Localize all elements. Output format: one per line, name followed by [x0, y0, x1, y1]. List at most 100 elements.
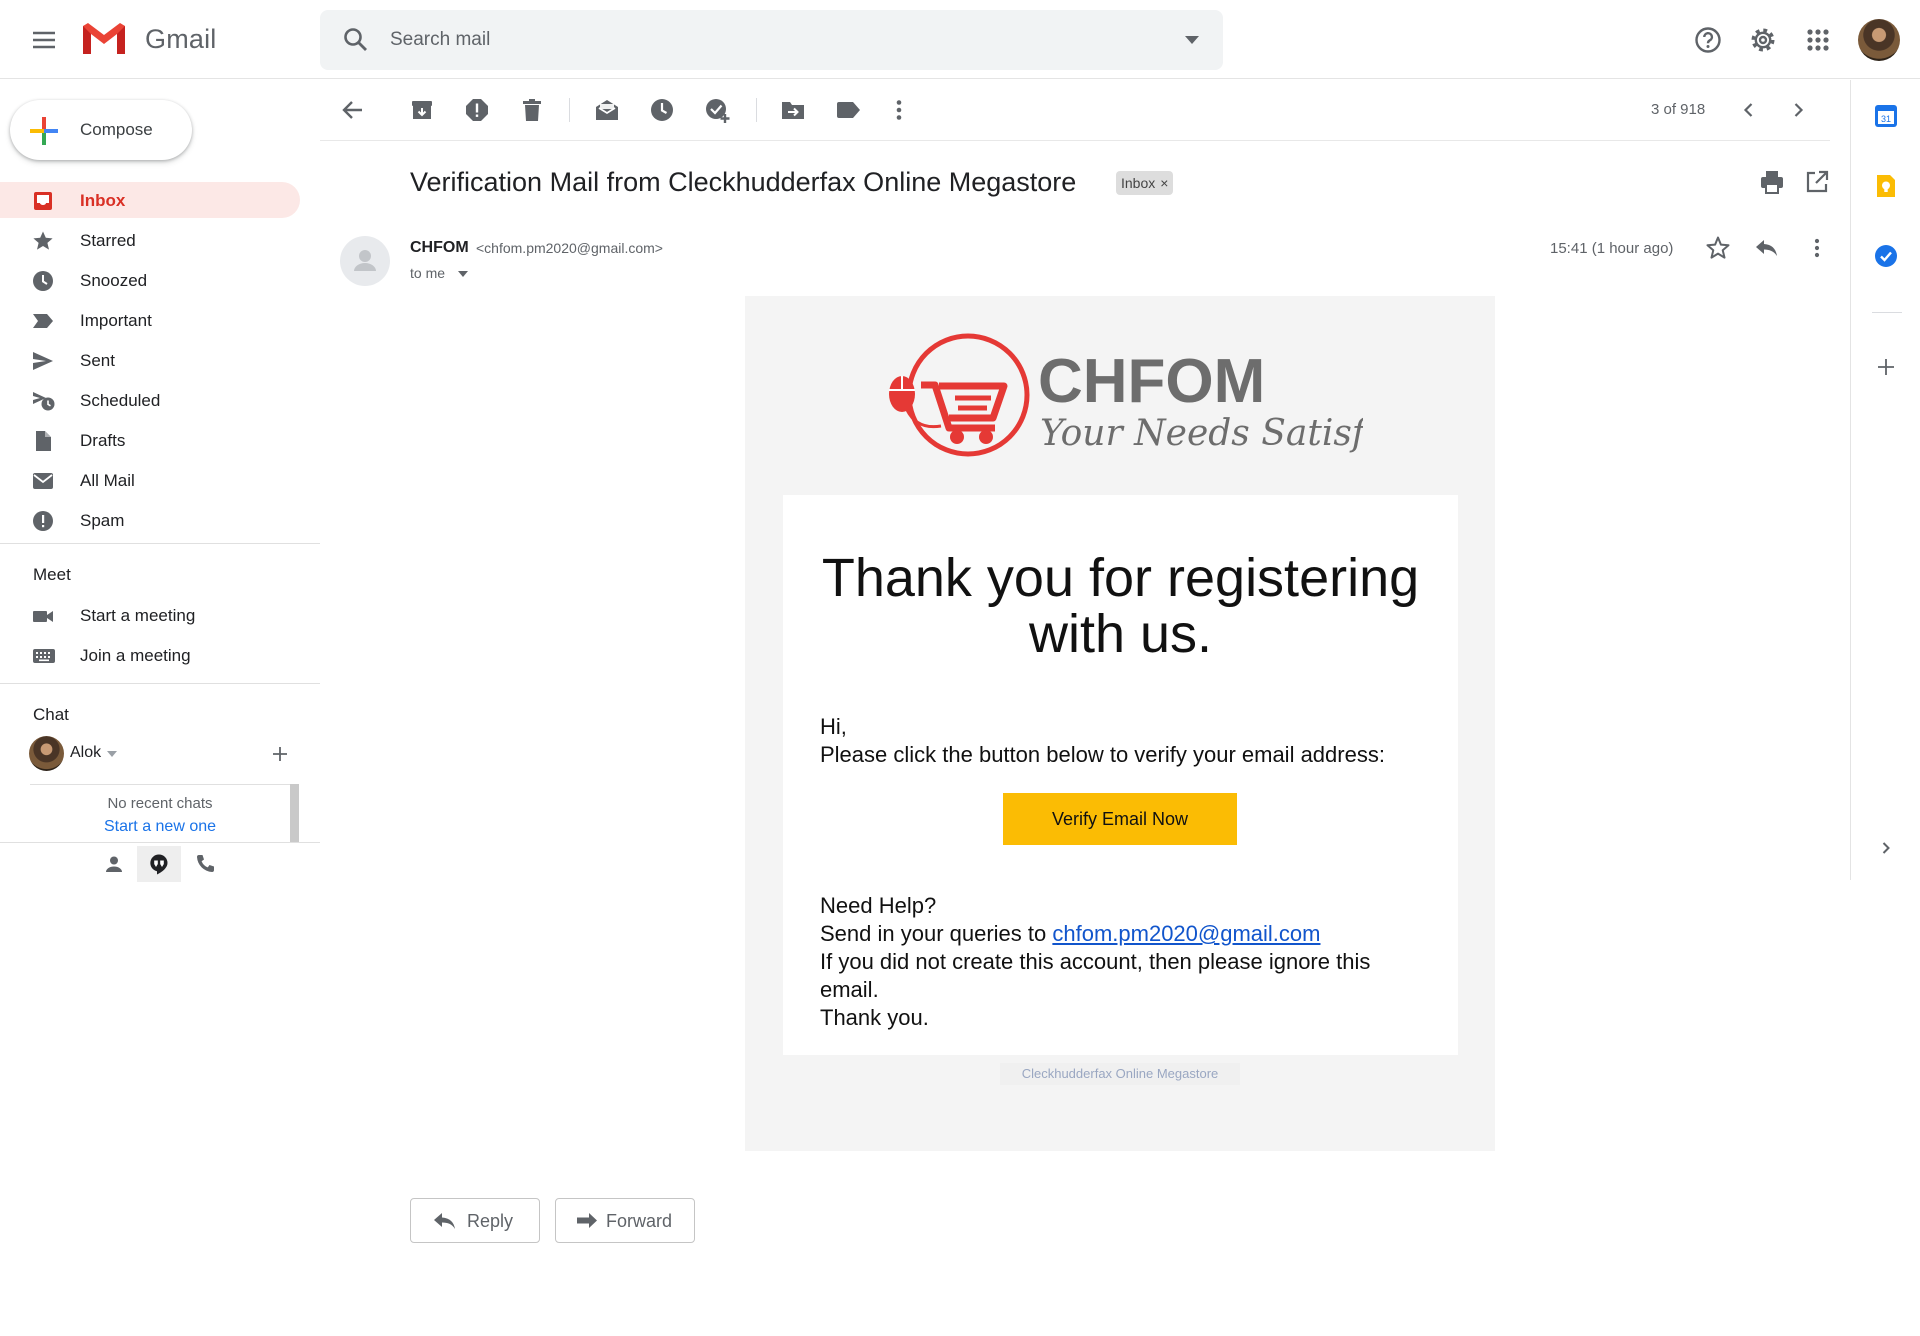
add-to-tasks-icon[interactable]	[703, 96, 731, 124]
toolbar-divider	[320, 140, 1830, 141]
sidebar-item-label: Important	[80, 311, 152, 330]
start-meeting-button[interactable]: Start a meeting	[0, 597, 300, 633]
sidebar-item-scheduled[interactable]: Scheduled	[0, 382, 300, 418]
reply-label: Reply	[467, 1211, 514, 1231]
star-outline-icon[interactable]	[1704, 234, 1732, 262]
send-icon	[32, 350, 54, 372]
more-options-icon[interactable]	[885, 96, 913, 124]
phone-tab[interactable]	[183, 846, 227, 882]
chat-status-caret-icon[interactable]	[107, 751, 117, 757]
settings-gear-icon[interactable]	[1747, 24, 1779, 56]
hangouts-tab[interactable]	[137, 846, 181, 882]
sender-email: <chfom.pm2020@gmail.com>	[476, 240, 663, 256]
sidebar-item-all-mail[interactable]: All Mail	[0, 462, 300, 498]
sidebar-item-drafts[interactable]: Drafts	[0, 422, 300, 458]
thank-you-text: Thank you.	[820, 1005, 929, 1030]
search-input[interactable]	[390, 26, 1090, 54]
inbox-label-badge[interactable]: Inbox ×	[1116, 171, 1174, 195]
older-chevron-right-icon[interactable]	[1784, 96, 1812, 124]
sidebar-item-label: Inbox	[80, 191, 126, 210]
apps-grid-icon[interactable]	[1802, 24, 1834, 56]
keyboard-icon	[32, 645, 55, 667]
account-avatar[interactable]	[1858, 19, 1900, 61]
compose-label: Compose	[80, 120, 153, 139]
email-footer-text: Cleckhudderfax Online Megastore	[1000, 1063, 1240, 1085]
new-chat-plus-icon[interactable]	[270, 744, 290, 764]
snooze-clock-icon[interactable]	[648, 96, 676, 124]
show-side-panel-chevron-icon[interactable]	[1873, 835, 1899, 861]
delete-trash-icon[interactable]	[518, 96, 546, 124]
sidebar-item-important[interactable]: Important	[0, 302, 300, 338]
sidebar-item-inbox[interactable]: Inbox	[0, 182, 300, 218]
show-details-caret-icon[interactable]	[458, 271, 468, 277]
chat-user-avatar[interactable]	[29, 736, 64, 771]
open-in-new-window-icon[interactable]	[1803, 168, 1831, 196]
phone-icon	[197, 855, 214, 872]
move-to-icon[interactable]	[779, 96, 807, 124]
sidebar-item-label: All Mail	[80, 471, 135, 490]
greeting-text: Hi,	[820, 714, 847, 739]
brand-tagline: Your Needs Satisfied	[1040, 413, 1363, 454]
search-icon[interactable]	[342, 26, 370, 54]
sender-avatar[interactable]	[340, 236, 390, 286]
join-meeting-button[interactable]: Join a meeting	[0, 637, 300, 673]
message-timestamp: 15:41 (1 hour ago)	[1550, 240, 1674, 257]
keep-notes-icon[interactable]	[1873, 173, 1899, 199]
join-meeting-label: Join a meeting	[80, 646, 191, 665]
compose-button[interactable]: Compose	[10, 100, 192, 160]
get-addons-plus-icon[interactable]	[1873, 354, 1899, 380]
scheduled-icon	[32, 390, 55, 412]
sidebar-item-sent[interactable]: Sent	[0, 342, 300, 378]
sidebar-divider	[0, 683, 320, 684]
calendar-icon[interactable]: 31	[1873, 103, 1899, 129]
verify-email-button[interactable]: Verify Email Now	[1003, 793, 1237, 845]
toolbar-separator	[756, 98, 757, 122]
sidebar-item-spam[interactable]: Spam	[0, 502, 300, 538]
reply-arrow-icon[interactable]	[1753, 234, 1781, 262]
default-person-icon	[354, 250, 376, 271]
start-new-chat-link[interactable]: Start a new one	[30, 818, 290, 836]
reply-icon	[434, 1213, 455, 1229]
remove-label-icon[interactable]: ×	[1160, 175, 1168, 191]
gmail-logo-icon[interactable]	[80, 20, 128, 58]
newer-chevron-left-icon[interactable]	[1735, 96, 1763, 124]
mark-unread-icon[interactable]	[593, 96, 621, 124]
spam-icon	[32, 510, 54, 532]
chat-user-name[interactable]: Alok	[70, 744, 101, 762]
queries-line: Send in your queries to chfom.pm2020@gma…	[820, 920, 1320, 948]
start-meeting-label: Start a meeting	[80, 606, 196, 625]
recipient-text: to me	[410, 265, 446, 281]
hangouts-icon	[150, 854, 168, 875]
sidebar-item-label: Scheduled	[80, 391, 161, 410]
search-options-icon[interactable]	[1185, 36, 1199, 44]
need-help-text: Need Help?	[820, 893, 937, 918]
search-bar[interactable]	[320, 10, 1223, 70]
brand-name: CHFOM	[1038, 347, 1265, 416]
contacts-tab[interactable]	[92, 846, 136, 882]
help-icon[interactable]	[1692, 24, 1724, 56]
message-more-options-icon[interactable]	[1803, 234, 1831, 262]
print-icon[interactable]	[1758, 168, 1786, 196]
tasks-icon[interactable]	[1873, 243, 1899, 269]
sidebar-divider	[0, 543, 320, 544]
help-email-link[interactable]: chfom.pm2020@gmail.com	[1052, 921, 1320, 946]
archive-icon[interactable]	[408, 96, 436, 124]
main-menu-icon[interactable]	[28, 24, 60, 56]
star-icon	[32, 230, 54, 252]
chat-empty-state: No recent chats Start a new one	[30, 784, 290, 842]
sender-name[interactable]: CHFOM	[410, 239, 469, 257]
clock-icon	[32, 270, 54, 292]
forward-button[interactable]: Forward	[555, 1198, 695, 1243]
draft-icon	[32, 430, 54, 452]
chat-scrollbar[interactable]	[290, 784, 299, 842]
back-arrow-icon[interactable]	[339, 96, 367, 124]
app-name[interactable]: Gmail	[145, 24, 217, 55]
reply-button[interactable]: Reply	[410, 1198, 540, 1243]
chfom-brand-logo: CHFOM Your Needs Satisfied	[883, 330, 1363, 460]
instruction-text: Please click the button below to verify …	[820, 742, 1385, 767]
label-tag-icon[interactable]	[834, 96, 862, 124]
sidebar-item-starred[interactable]: Starred	[0, 222, 300, 258]
sidebar-item-snoozed[interactable]: Snoozed	[0, 262, 300, 298]
svg-text:31: 31	[1881, 114, 1891, 124]
report-spam-icon[interactable]	[463, 96, 491, 124]
